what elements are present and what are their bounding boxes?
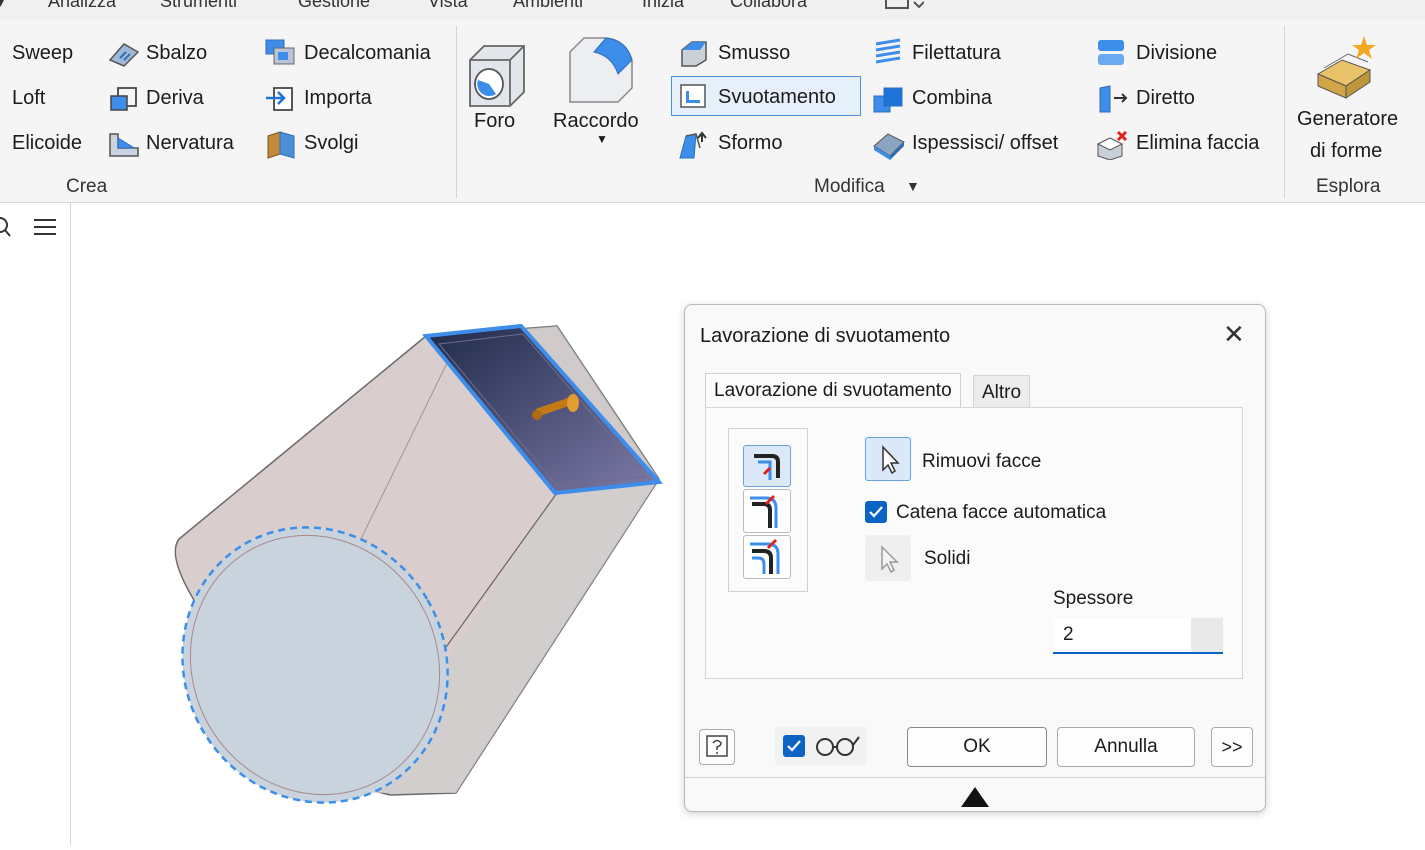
group-label-esplora: Esplora — [1316, 176, 1381, 197]
menu-item[interactable]: ▾ — [0, 0, 5, 12]
dialog-divider — [685, 777, 1265, 778]
remove-faces-label: Rimuovi facce — [922, 451, 1042, 472]
elimina-faccia-icon — [1096, 130, 1128, 160]
search-icon[interactable] — [0, 217, 14, 239]
filettatura-icon — [875, 38, 901, 64]
ribbon-elicoide-button[interactable]: Elicoide — [12, 132, 82, 155]
quick-access-icon[interactable] — [884, 0, 924, 12]
menu-bar: ▾ Analizza Strumenti Gestione Vista Ambi… — [0, 0, 1425, 20]
ribbon-generatore-label-line1: Generatore — [1297, 108, 1399, 130]
svuotamento-icon — [680, 84, 706, 108]
menu-collabora[interactable]: Collabora — [730, 0, 807, 12]
ribbon-svolgi-label: Svolgi — [304, 132, 359, 154]
thickness-input[interactable]: 2 — [1053, 618, 1223, 654]
shell-dialog: Lavorazione di svuotamento ✕ Lavorazione… — [684, 304, 1266, 812]
shell-inside-icon — [754, 454, 780, 480]
model-browser-bar — [0, 203, 71, 845]
menu-vista[interactable]: Vista — [428, 0, 468, 12]
shell-mode-group — [728, 428, 808, 592]
ribbon-sformo-label: Sformo — [718, 132, 783, 154]
svolgi-icon — [267, 131, 295, 159]
ribbon-sweep-button[interactable]: Sweep — [12, 42, 73, 65]
tab-lavorazione[interactable]: Lavorazione di svuotamento — [705, 373, 961, 408]
glasses-icon — [816, 736, 860, 756]
sformo-icon — [679, 131, 707, 159]
ribbon-divisione-label: Divisione — [1136, 42, 1218, 64]
diretto-icon — [1099, 85, 1128, 113]
nervatura-icon — [109, 133, 139, 157]
shell-both-button[interactable] — [743, 535, 791, 579]
ribbon-elimina-faccia-label: Elimina faccia — [1136, 132, 1260, 154]
modifica-expand-icon: ▼ — [906, 178, 920, 194]
ispessisci-icon — [873, 133, 905, 160]
ribbon-svuotamento-label: Svuotamento — [718, 86, 836, 108]
solids-label: Solidi — [924, 548, 971, 569]
raccordo-icon — [569, 37, 633, 103]
help-button[interactable] — [699, 729, 735, 765]
solids-select-button[interactable] — [865, 535, 911, 581]
ribbon-sbalzo-label: Sbalzo — [146, 42, 208, 64]
ribbon-filettatura-label: Filettatura — [912, 42, 1001, 64]
preview-checkbox[interactable] — [783, 735, 805, 757]
more-options-button[interactable]: >> — [1211, 727, 1253, 767]
checkmark-icon — [787, 740, 801, 752]
dialog-title: Lavorazione di svuotamento — [700, 325, 951, 347]
ribbon-svuotamento-button[interactable]: Svuotamento — [671, 76, 861, 116]
menu-ambienti[interactable]: Ambienti — [513, 0, 583, 12]
ribbon-foro-label: Foro — [474, 110, 516, 132]
foro-icon — [469, 45, 525, 107]
menu-gestione[interactable]: Gestione — [298, 0, 370, 12]
sbalzo-icon — [108, 43, 140, 67]
cursor-arrow-icon — [881, 545, 899, 574]
ribbon-nervatura-label: Nervatura — [146, 132, 234, 154]
dialog-panel: Rimuovi facce Catena facce automatica So… — [705, 407, 1243, 679]
divisione-icon — [1098, 40, 1124, 65]
ok-button[interactable]: OK — [907, 727, 1047, 767]
shell-inside-button[interactable] — [743, 445, 791, 487]
ribbon-decalcomania-label: Decalcomania — [304, 42, 431, 64]
ribbon-loft-button[interactable]: Loft — [12, 87, 45, 110]
ribbon-deriva-label: Deriva — [146, 87, 204, 109]
group-separator — [1284, 26, 1285, 198]
smusso-icon — [681, 41, 707, 67]
menu-strumenti[interactable]: Strumenti — [160, 0, 237, 12]
auto-chain-label[interactable]: Catena facce automatica — [896, 502, 1106, 524]
ribbon-importa-label: Importa — [304, 87, 372, 109]
ribbon-generatore-label-line2: di forme — [1310, 140, 1383, 162]
shell-outside-icon — [750, 494, 778, 528]
menu-analizza[interactable]: Analizza — [48, 0, 116, 12]
ribbon-diretto-label: Diretto — [1136, 87, 1195, 109]
menu-inizia[interactable]: Inizia — [642, 0, 684, 12]
preview-toggle[interactable] — [775, 727, 867, 765]
menu-icon[interactable] — [32, 217, 58, 237]
close-icon[interactable]: ✕ — [1223, 319, 1245, 350]
cursor-arrow-icon — [882, 445, 900, 475]
group-separator — [456, 26, 457, 198]
cancel-button[interactable]: Annulla — [1057, 727, 1195, 767]
importa-icon — [266, 87, 293, 111]
shell-outside-button[interactable] — [743, 489, 791, 533]
tab-altro[interactable]: Altro — [973, 375, 1031, 410]
ribbon: Sweep Loft Elicoide Sbalzo Deriva Nervat… — [0, 20, 1425, 203]
shell-both-icon — [750, 538, 780, 574]
thickness-dropdown-button[interactable] — [1191, 618, 1223, 652]
ribbon-combina-label: Combina — [912, 87, 993, 109]
group-label-crea: Crea — [66, 176, 108, 197]
expand-triangle-icon[interactable] — [959, 783, 991, 809]
generatore-forme-icon — [1316, 36, 1376, 99]
ribbon-raccordo-label: Raccordo — [553, 110, 639, 132]
ribbon-smusso-label: Smusso — [718, 42, 791, 64]
ribbon-ispessisci-label: Ispessisci/ offset — [912, 132, 1059, 154]
help-icon — [706, 735, 728, 757]
deriva-icon — [110, 87, 137, 111]
combina-icon — [873, 87, 903, 113]
decalcomania-icon — [265, 39, 295, 65]
raccordo-dropdown-icon[interactable]: ▼ — [596, 132, 608, 146]
thickness-value: 2 — [1063, 624, 1074, 645]
thickness-label: Spessore — [1053, 588, 1134, 609]
checkmark-icon — [869, 506, 883, 518]
auto-chain-checkbox[interactable] — [865, 501, 887, 523]
remove-faces-select-button[interactable] — [865, 437, 911, 481]
